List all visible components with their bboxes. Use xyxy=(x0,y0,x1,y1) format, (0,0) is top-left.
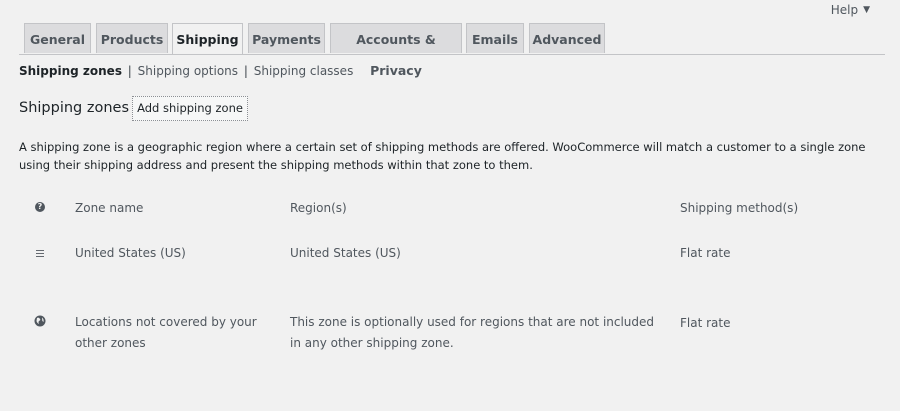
tab-advanced[interactable]: Advanced xyxy=(529,23,605,53)
zone-methods-cell: Flat rate xyxy=(680,316,731,330)
tab-shipping[interactable]: Shipping xyxy=(172,23,243,54)
subnav-separator: | xyxy=(127,64,132,78)
subnav-shipping-options[interactable]: Shipping options xyxy=(138,64,238,78)
zone-name-cell: Locations not covered by your other zone… xyxy=(75,315,257,350)
tab-general[interactable]: General xyxy=(24,23,91,53)
tab-emails[interactable]: Emails xyxy=(466,23,524,53)
subnav-shipping-zones[interactable]: Shipping zones xyxy=(19,64,122,78)
add-shipping-zone-button[interactable]: Add shipping zone xyxy=(132,96,248,121)
globe-icon xyxy=(34,315,46,327)
tab-products[interactable]: Products xyxy=(96,23,168,53)
column-header-shipping-methods: Shipping method(s) xyxy=(680,201,799,215)
subnav-separator: | xyxy=(243,64,248,78)
column-header-zone-name: Zone name xyxy=(75,201,144,215)
tab-accounts-privacy[interactable]: Accounts & Privacy xyxy=(330,23,462,78)
zone-regions-cell: United States (US) xyxy=(290,246,401,260)
help-icon[interactable]: ? xyxy=(35,202,45,212)
column-header-regions: Region(s) xyxy=(290,201,347,215)
zone-methods-cell: Flat rate xyxy=(680,246,731,260)
help-label: Help xyxy=(830,3,859,17)
drag-handle-icon[interactable] xyxy=(36,250,44,259)
shipping-subnav: Shipping zones | Shipping options | Ship… xyxy=(19,64,353,78)
zone-name-cell[interactable]: United States (US) xyxy=(75,246,186,260)
help-toggle[interactable]: Help ▼ xyxy=(831,3,870,17)
settings-tabs: General Products Shipping Payments Accou… xyxy=(19,23,885,78)
caret-down-icon: ▼ xyxy=(863,5,870,15)
page-title: Shipping zones xyxy=(19,100,130,116)
zone-regions-cell: This zone is optionally used for regions… xyxy=(290,315,655,350)
tab-payments[interactable]: Payments xyxy=(248,23,325,53)
page-description: A shipping zone is a geographic region w… xyxy=(19,140,866,172)
subnav-shipping-classes[interactable]: Shipping classes xyxy=(254,64,354,78)
